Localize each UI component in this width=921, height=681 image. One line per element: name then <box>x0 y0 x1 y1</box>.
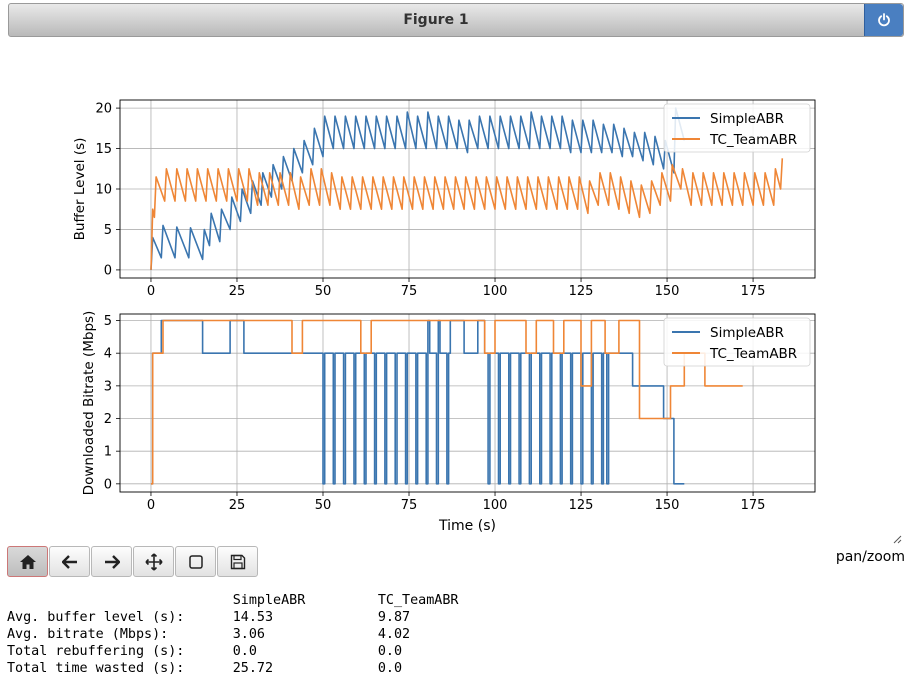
save-button[interactable] <box>217 546 258 577</box>
legend-label: TC_TeamABR <box>709 132 797 148</box>
back-arrow-icon <box>61 554 77 569</box>
stats-value-simpleabr: 3.06 <box>232 627 378 642</box>
forward-button[interactable] <box>91 546 132 577</box>
stats-value-simpleabr: 0.0 <box>232 644 378 659</box>
y-tick-label: 4 <box>104 347 112 362</box>
series-line-tc-teamabr <box>150 158 784 270</box>
figure-window-titlebar: Figure 1 <box>8 3 904 37</box>
power-icon <box>878 13 890 27</box>
forward-arrow-icon <box>104 554 120 569</box>
home-icon <box>19 554 36 569</box>
y-axis-label: Downloaded Bitrate (Mbps) <box>81 311 97 496</box>
y-axis-label: Buffer Level (s) <box>72 138 88 241</box>
save-icon <box>230 554 245 569</box>
chart-buffer-level: 0 25 50 75 100 125 150 175 0 5 10 15 20 Buffer Level … <box>72 99 816 299</box>
resize-grip-icon[interactable] <box>890 532 902 544</box>
zoom-rect-icon <box>188 554 203 569</box>
pan-button[interactable] <box>133 546 174 577</box>
legend-label: TC_TeamABR <box>709 346 797 362</box>
pan-icon <box>144 552 163 571</box>
y-tick-label: 1 <box>104 445 112 460</box>
x-tick-label: 100 <box>483 284 508 299</box>
legend: SimpleABR TC_TeamABR <box>663 103 811 153</box>
x-tick-label: 175 <box>741 284 766 299</box>
stats-value-tc-teamabr: 0.0 <box>377 661 403 676</box>
x-tick-label: 125 <box>569 284 594 299</box>
x-tick-label: 0 <box>147 498 155 513</box>
stats-row-label: Total time wasted (s): <box>7 661 233 676</box>
y-tick-label: 0 <box>104 477 112 492</box>
x-tick-label: 50 <box>315 498 332 513</box>
y-tick-label: 3 <box>104 379 112 394</box>
legend-label: SimpleABR <box>710 325 784 341</box>
home-button[interactable] <box>7 546 48 577</box>
stats-value-simpleabr: 14.53 <box>232 610 378 625</box>
zoom-rect-button[interactable] <box>175 546 216 577</box>
x-tick-label: 100 <box>483 498 508 513</box>
stats-value-tc-teamabr: 0.0 <box>377 644 403 659</box>
stats-value-simpleabr: 25.72 <box>232 661 378 676</box>
chart-downloaded-bitrate: 0 25 50 75 100 125 150 175 0 1 2 3 4 5 Downloaded Bitr… <box>81 311 816 534</box>
x-tick-label: 0 <box>147 284 155 299</box>
x-tick-label: 150 <box>655 498 680 513</box>
stats-header: SimpleABR TC_TeamABR <box>232 593 459 608</box>
y-tick-label: 10 <box>95 183 112 198</box>
stats-value-tc-teamabr: 9.87 <box>377 610 411 625</box>
stats-row-label: Avg. buffer level (s): <box>7 610 233 625</box>
x-tick-label: 175 <box>741 498 766 513</box>
x-tick-label: 50 <box>315 284 332 299</box>
x-tick-label: 25 <box>229 284 246 299</box>
stats-row-label: Avg. bitrate (Mbps): <box>7 627 233 642</box>
toolbar-mode-label: pan/zoom <box>835 549 905 565</box>
y-tick-label: 20 <box>95 102 112 117</box>
y-tick-label: 5 <box>104 223 112 238</box>
stats-value-tc-teamabr: 4.02 <box>377 627 411 642</box>
y-tick-label: 15 <box>95 142 112 157</box>
stats-output: SimpleABR TC_TeamABR Avg. buffer level (… <box>7 592 458 677</box>
window-title: Figure 1 <box>403 12 469 28</box>
x-axis-label: Time (s) <box>438 518 496 534</box>
legend: SimpleABR TC_TeamABR <box>663 317 811 367</box>
navigation-toolbar <box>7 546 259 579</box>
x-tick-label: 125 <box>569 498 594 513</box>
stats-row-label: Total rebuffering (s): <box>7 644 233 659</box>
close-figure-button[interactable] <box>864 4 903 36</box>
x-tick-label: 75 <box>401 498 418 513</box>
x-tick-label: 25 <box>229 498 246 513</box>
y-tick-label: 0 <box>104 263 112 278</box>
y-tick-label: 5 <box>104 314 112 329</box>
figure-canvas[interactable]: 0 25 50 75 100 125 150 17505101520Buffer Level … <box>0 40 921 540</box>
back-button[interactable] <box>49 546 90 577</box>
y-tick-label: 2 <box>104 412 112 427</box>
x-tick-label: 150 <box>655 284 680 299</box>
x-tick-label: 75 <box>401 284 418 299</box>
legend-label: SimpleABR <box>710 111 784 127</box>
